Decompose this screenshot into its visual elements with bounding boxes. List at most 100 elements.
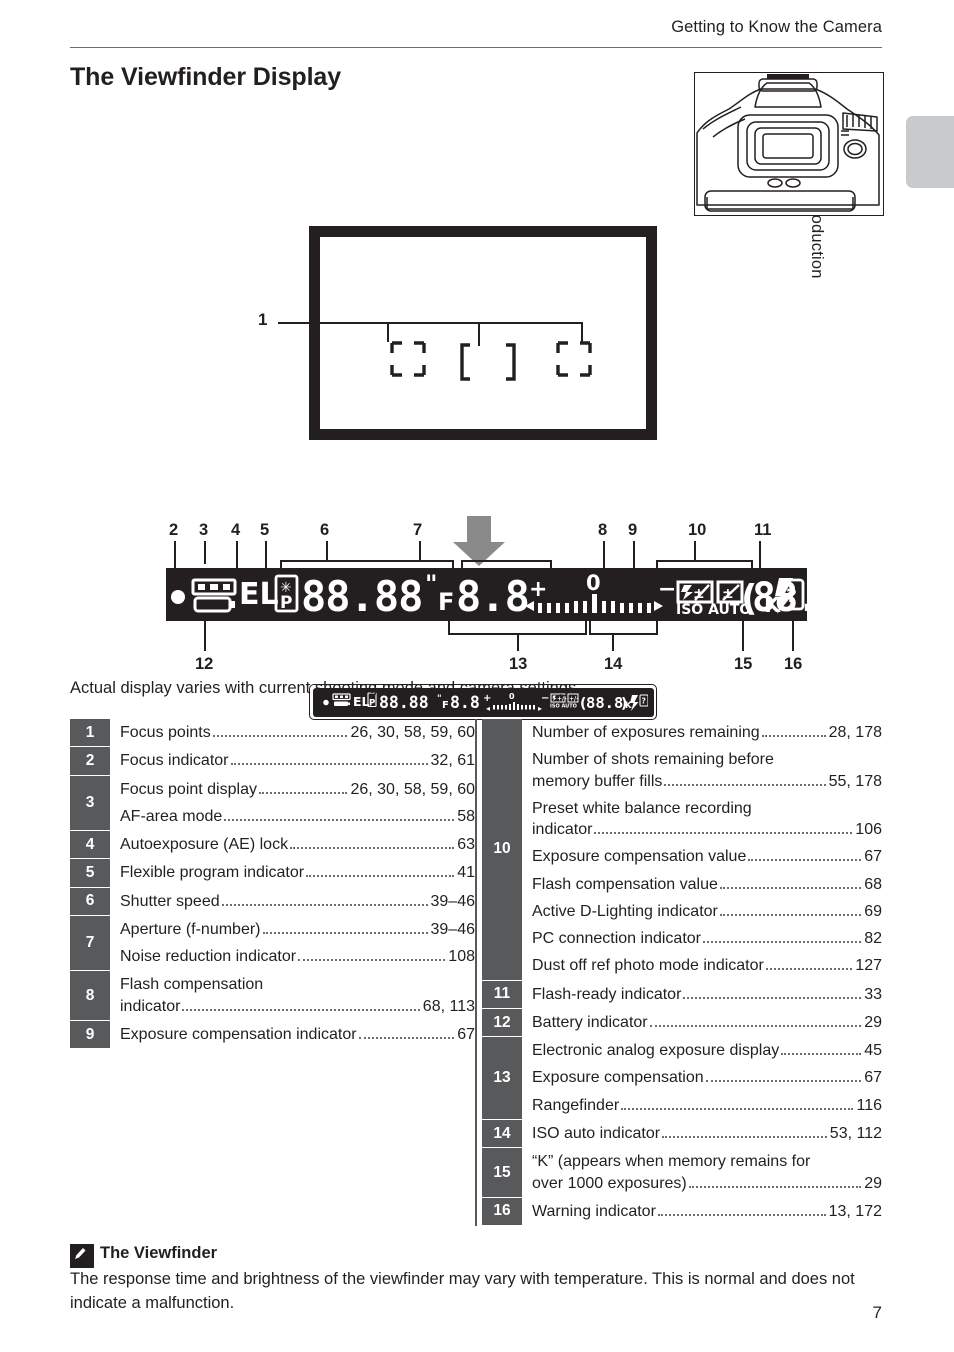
leader-10 bbox=[694, 541, 696, 561]
entry-page-ref: 32, 61 bbox=[430, 752, 475, 770]
battery-icon bbox=[193, 596, 235, 613]
entry-label: Exposure compensation bbox=[532, 1069, 704, 1087]
table-entry: Flash-ready indicator 33 bbox=[522, 981, 882, 1008]
bracket-13-left bbox=[448, 621, 450, 634]
exposure-compensation-icon: ± bbox=[716, 580, 744, 604]
table-row-entries: Shutter speed 39–46 bbox=[110, 888, 475, 915]
leader-dots bbox=[621, 1107, 854, 1110]
entry-label-cont: indicator bbox=[120, 997, 181, 1015]
table-row-number: 4 bbox=[70, 831, 110, 859]
down-arrow-icon bbox=[453, 516, 505, 566]
bracket-10-bar bbox=[656, 560, 752, 562]
table-row-number: 15 bbox=[482, 1148, 522, 1197]
table-row: 16 Warning indicator 13, 172 bbox=[482, 1197, 882, 1227]
table-row: 11 Flash-ready indicator 33 bbox=[482, 980, 882, 1009]
table-row-number: 2 bbox=[70, 747, 110, 775]
leader-dots bbox=[258, 791, 348, 794]
leader-12 bbox=[204, 621, 206, 651]
table-row: 7 Aperture (f-number) 39–46 Noise reduction… bbox=[70, 915, 475, 972]
entry-label: Focus points bbox=[120, 724, 211, 741]
table-row: 2 Focus indicator 32, 61 bbox=[70, 747, 475, 776]
table-row-entries: Flexible program indicator 41 bbox=[110, 859, 475, 886]
diagram-caption: Actual display varies with current shoot… bbox=[70, 679, 581, 697]
table-row-number: 12 bbox=[482, 1008, 522, 1037]
callout-top-3: 3 bbox=[199, 521, 209, 539]
leader-6 bbox=[326, 541, 328, 561]
table-entry: Dust off ref photo mode indicator 127 bbox=[522, 952, 882, 979]
plus-sign: + bbox=[529, 577, 547, 602]
leader-dots bbox=[649, 1024, 862, 1027]
entry-page-ref: 67 bbox=[864, 848, 882, 866]
table-entry: Focus points 26, 30, 58, 59, 60 bbox=[110, 719, 475, 746]
bracket-14-left bbox=[589, 621, 591, 634]
leader-16 bbox=[792, 621, 794, 651]
table-row-entries: Electronic analog exposure display 45 Expo… bbox=[522, 1037, 882, 1119]
table-row-entries: Exposure compensation indicator 67 bbox=[110, 1021, 475, 1048]
section-tab bbox=[906, 116, 954, 188]
entry-label-cont: memory buffer fills bbox=[532, 772, 663, 790]
leader-dots bbox=[358, 1036, 455, 1039]
entry-label: AF-area mode bbox=[120, 807, 223, 825]
table-entry: Electronic analog exposure display 45 bbox=[522, 1037, 882, 1064]
table-entry: Flexible program indicator 41 bbox=[110, 859, 475, 886]
entry-label: Flexible program indicator bbox=[120, 864, 305, 882]
entry-page-ref: 67 bbox=[864, 1069, 882, 1087]
leader-dots bbox=[182, 1008, 420, 1011]
table-row: 5 Flexible program indicator 41 bbox=[70, 859, 475, 888]
callout-top-4: 4 bbox=[231, 521, 241, 539]
table-entry: Rangefinder 116 bbox=[522, 1092, 882, 1119]
seconds-mark: " bbox=[425, 570, 438, 598]
entry-label: Number of shots remaining before bbox=[532, 751, 774, 769]
minus-sign: − bbox=[658, 577, 676, 602]
analog-exposure-scale bbox=[538, 594, 651, 613]
callout-1-tick-left bbox=[387, 322, 389, 342]
entry-page-ref: 67 bbox=[457, 1025, 475, 1043]
callout-bottom-16: 16 bbox=[784, 655, 803, 673]
svg-text:88.8: 88.8 bbox=[586, 694, 623, 712]
table-row-number: 1 bbox=[70, 719, 110, 747]
svg-text:P: P bbox=[280, 593, 292, 613]
table-entry: Preset white balance recording indicator 1… bbox=[522, 795, 882, 844]
entry-page-ref: 68, 113 bbox=[422, 997, 475, 1015]
leader-dots bbox=[221, 903, 428, 906]
table-row: 1 Focus points 26, 30, 58, 59, 60 bbox=[70, 719, 475, 748]
entry-page-ref: 127 bbox=[855, 957, 882, 975]
callout-top-11: 11 bbox=[754, 521, 772, 539]
svg-text:◂: ◂ bbox=[486, 704, 490, 713]
entry-label: Shutter speed bbox=[120, 892, 220, 910]
af-area-mode-icon bbox=[191, 578, 237, 596]
aperture-value: 8.8 bbox=[456, 572, 529, 621]
table-entry: PC connection indicator 82 bbox=[522, 925, 882, 952]
table-entry: Focus indicator 32, 61 bbox=[110, 747, 475, 774]
indicator-table-left: 1 Focus points 26, 30, 58, 59, 60 2 Focus in… bbox=[70, 719, 475, 1050]
note-title: The Viewfinder bbox=[100, 1244, 218, 1262]
entry-label: Flash compensation bbox=[120, 976, 264, 994]
leader-dots bbox=[765, 968, 853, 971]
entry-label: Autoexposure (AE) lock bbox=[120, 836, 289, 854]
callout-top-10: 10 bbox=[688, 521, 707, 539]
table-row-entries: ISO auto indicator 53, 112 bbox=[522, 1120, 882, 1147]
page-number: 7 bbox=[872, 1303, 882, 1322]
bracket-14-bar bbox=[589, 633, 658, 635]
focus-points-graphic bbox=[390, 341, 592, 381]
entry-page-ref: 106 bbox=[855, 821, 882, 839]
flexible-program-icon: ✳ P bbox=[274, 574, 299, 613]
svg-text:▸: ▸ bbox=[538, 704, 542, 713]
table-row-number: 11 bbox=[482, 980, 522, 1008]
entry-page-ref: 26, 30, 58, 59, 60 bbox=[350, 724, 475, 741]
pencil-note-icon bbox=[70, 1244, 94, 1268]
entry-label: Focus point display bbox=[120, 780, 257, 798]
callout-top-2: 2 bbox=[169, 521, 179, 539]
leader-dots bbox=[230, 763, 428, 766]
entry-page-ref: 28, 178 bbox=[828, 724, 882, 741]
leader-dots bbox=[306, 875, 455, 878]
viewfinder-status-bar-enlarged: EL ✳ P 88.88 " F 8.8 + 0 − ± ISO AUTO (… bbox=[166, 568, 854, 621]
table-entry: Battery indicator 29 bbox=[522, 1009, 882, 1036]
svg-text:F: F bbox=[442, 700, 449, 711]
callout-bottom-15: 15 bbox=[734, 655, 753, 673]
entry-page-ref: 33 bbox=[864, 985, 882, 1003]
entry-label: Dust off ref photo mode indicator bbox=[532, 957, 764, 975]
leader-dots bbox=[662, 1135, 827, 1138]
table-entry: Active D-Lighting indicator 69 bbox=[522, 898, 882, 925]
entry-label: PC connection indicator bbox=[532, 930, 701, 948]
